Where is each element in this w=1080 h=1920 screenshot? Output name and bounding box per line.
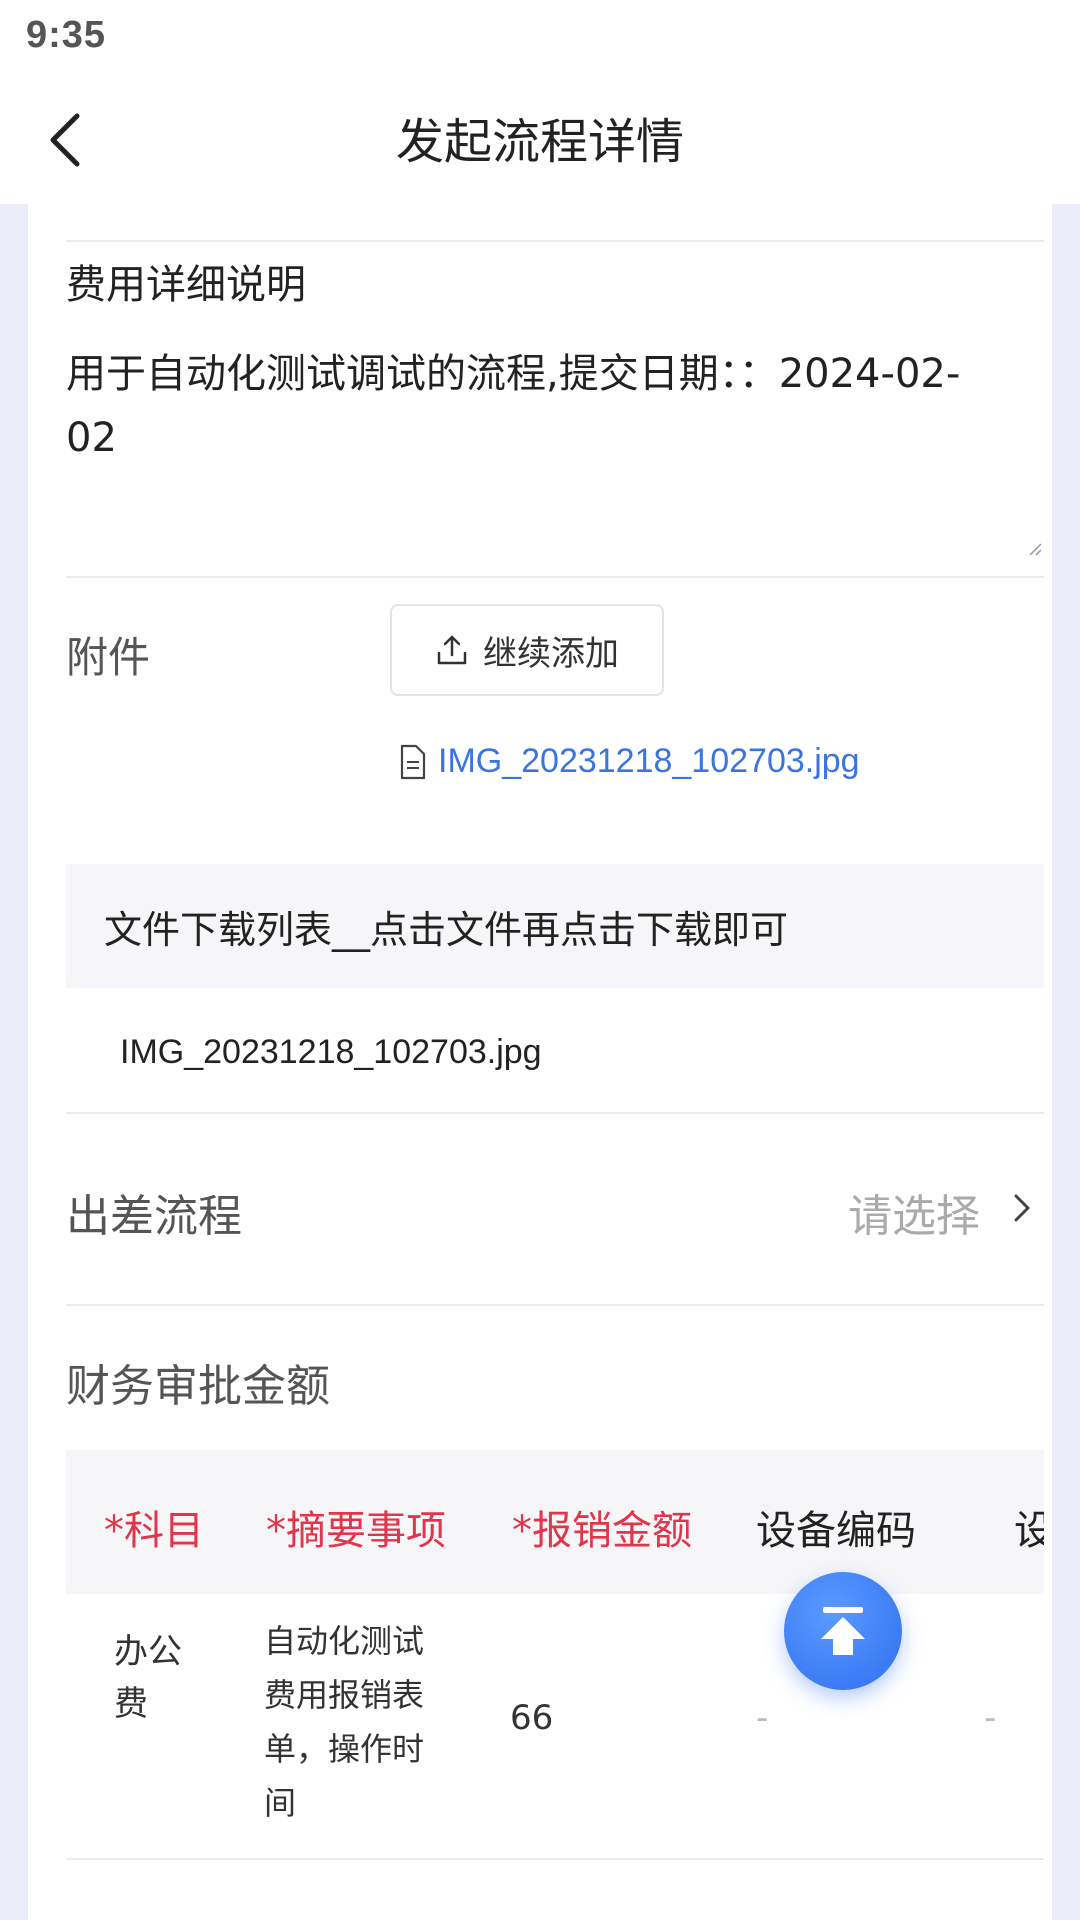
cell-subject: 办公费 [114, 1632, 182, 1724]
finance-table-header: *科目 *摘要事项 *报销金额 设备编码 设 [66, 1450, 1044, 1594]
col-summary: *摘要事项 [266, 1508, 446, 1554]
trip-process-placeholder: 请选择 [848, 1191, 980, 1242]
trip-process-select[interactable]: 出差流程 请选择 [66, 1144, 1044, 1274]
add-attachment-button[interactable]: 继续添加 [390, 604, 664, 696]
download-file-name: IMG_20231218_102703.jpg [120, 1032, 542, 1071]
cell-device-code: - [756, 1698, 769, 1738]
trip-process-label: 出差流程 [66, 1191, 242, 1242]
status-time: 9:35 [26, 14, 107, 56]
form-card: 费用详细说明 用于自动化测试调试的流程,提交日期：：2024-02-02 附件 … [28, 204, 1052, 1920]
add-attachment-label: 继续添加 [483, 633, 619, 674]
attachment-file-link[interactable]: IMG_20231218_102703.jpg [398, 742, 860, 781]
download-list-header: 文件下载列表__点击文件再点击下载即可 [66, 864, 1044, 988]
download-list-title: 文件下载列表__点击文件再点击下载即可 [104, 907, 789, 952]
divider [66, 1304, 1044, 1306]
divider [66, 240, 1044, 242]
cell-summary: 自动化测试费用报销表单，操作时间 [264, 1622, 425, 1822]
description-label: 费用详细说明 [66, 262, 306, 308]
back-to-top-button[interactable] [784, 1572, 902, 1690]
col-extra: 设 [1014, 1508, 1044, 1554]
divider [66, 576, 1044, 578]
top-bar: 9:35 发起流程详情 [0, 0, 1080, 204]
cell-extra: - [984, 1698, 997, 1738]
cell-amount: 66 [510, 1698, 554, 1738]
attachment-label: 附件 [66, 633, 151, 682]
back-to-top-icon [821, 1607, 865, 1655]
col-device-code: 设备编码 [756, 1508, 916, 1554]
description-text[interactable]: 用于自动化测试调试的流程,提交日期：：2024-02-02 [66, 342, 966, 470]
finance-amount-label: 财务审批金额 [66, 1361, 330, 1412]
chevron-right-icon [1014, 1194, 1030, 1222]
page-title: 发起流程详情 [395, 114, 684, 170]
attachment-file-name: IMG_20231218_102703.jpg [438, 742, 860, 780]
col-amount: *报销金额 [512, 1508, 692, 1554]
file-icon [400, 744, 426, 779]
divider [66, 1858, 1044, 1860]
download-list-item[interactable]: IMG_20231218_102703.jpg [66, 1008, 1044, 1096]
upload-icon [437, 635, 467, 665]
col-subject: *科目 [104, 1508, 204, 1554]
resize-handle-icon[interactable] [1028, 542, 1042, 556]
divider [66, 1112, 1044, 1114]
